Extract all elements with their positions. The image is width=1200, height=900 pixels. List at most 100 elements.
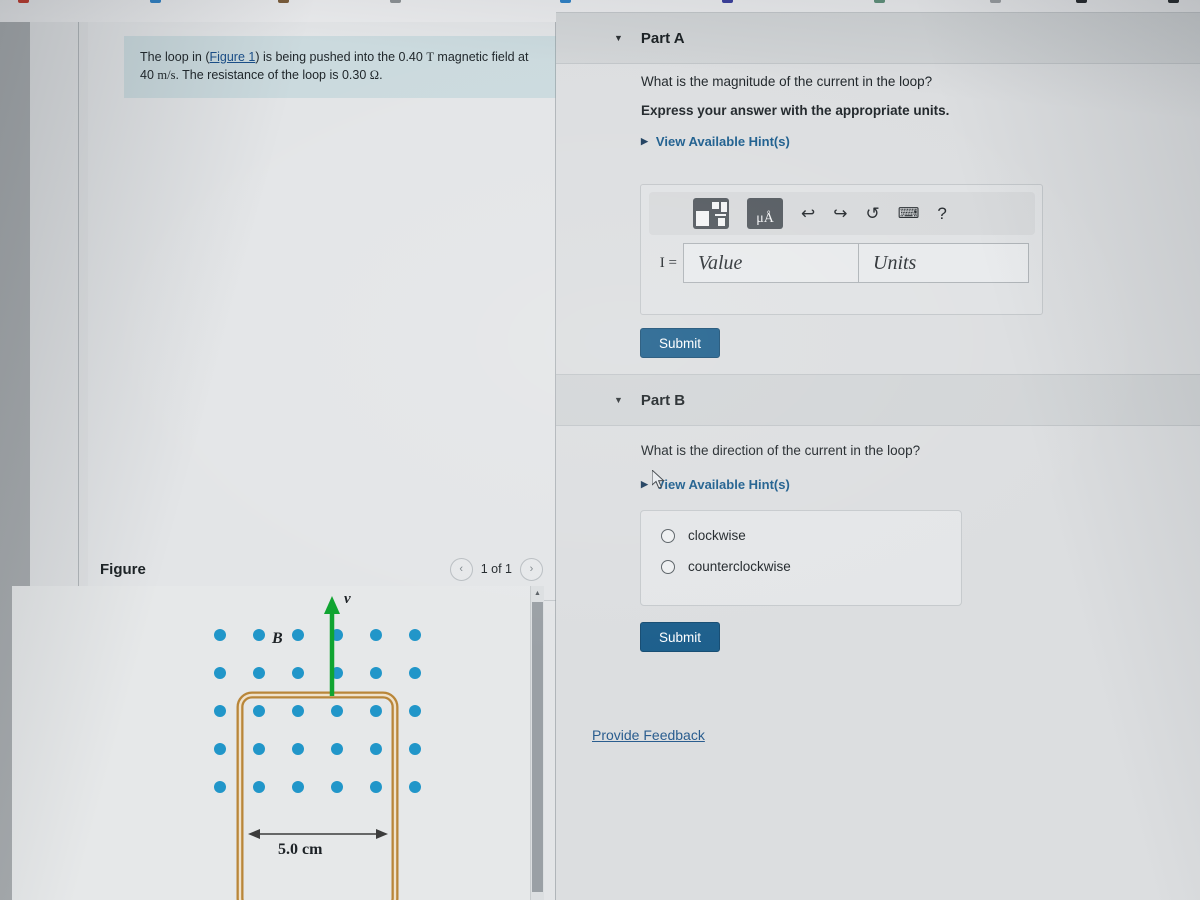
problem-text-2: ) is being pushed into the 0.40: [255, 50, 427, 64]
part-b-hints-label: View Available Hint(s): [655, 477, 790, 492]
bookmark-favicon-icon: [390, 0, 401, 3]
choice-clockwise-label: clockwise: [688, 528, 746, 543]
answer-value-input[interactable]: Value: [683, 243, 859, 283]
field-dot: [292, 743, 304, 755]
bookmark-item-3[interactable]: [390, 0, 401, 3]
part-a-header[interactable]: ▼ Part A: [556, 12, 1200, 64]
field-dot: [253, 629, 265, 641]
field-dot: [409, 629, 421, 641]
field-dot: [370, 705, 382, 717]
radio-clockwise[interactable]: [661, 528, 675, 543]
field-dot: [409, 667, 421, 679]
part-b-submit-button[interactable]: Submit: [640, 622, 720, 652]
choice-clockwise[interactable]: clockwise: [661, 528, 961, 543]
math-template-icon[interactable]: [693, 198, 729, 229]
unit-ohm: Ω: [369, 68, 380, 82]
current-loop-highlight: [238, 693, 397, 900]
bookmark-favicon-icon: [990, 0, 1001, 3]
answer-column: ▼ Part A What is the magnitude of the cu…: [556, 12, 1200, 900]
bookmark-favicon-icon: [278, 0, 289, 3]
help-icon[interactable]: ?: [937, 205, 946, 222]
bookmark-favicon-icon: [560, 0, 571, 3]
field-dot: [253, 781, 265, 793]
figure-scroll-up-icon[interactable]: ▲: [531, 586, 544, 601]
bookmark-item-2[interactable]: [278, 0, 289, 3]
reset-icon[interactable]: ↺: [866, 205, 880, 222]
part-b-hints-triangle-icon: ▶: [641, 479, 648, 489]
bookmark-item-1[interactable]: [150, 0, 161, 3]
bookmark-item-7[interactable]: [990, 0, 1001, 3]
figure-panel: v B 5.0 cm: [12, 586, 541, 900]
field-dot: [409, 781, 421, 793]
figure-title: Figure: [100, 560, 146, 578]
part-b-choices-box: clockwise counterclockwise: [640, 510, 962, 606]
figure-prev-button[interactable]: ‹: [449, 557, 473, 581]
problem-text-4: . The resistance of the loop is 0.30: [175, 68, 370, 82]
field-dot: [370, 667, 382, 679]
part-a-answer-box: μÅ ↩ ↪ ↺ ⌨ ? I = Value Units: [640, 184, 1043, 315]
width-dimension-arrow: [248, 829, 388, 839]
field-dot: [253, 667, 265, 679]
part-a-hints-label: View Available Hint(s): [655, 134, 790, 149]
field-dot: [292, 705, 304, 717]
field-dot: [331, 705, 343, 717]
field-dot: [253, 705, 265, 717]
velocity-label: v: [344, 591, 351, 607]
unit-tesla: T: [426, 50, 434, 64]
field-dot: [292, 667, 304, 679]
part-a-collapse-caret[interactable]: ▼: [614, 33, 623, 43]
mouse-cursor-icon: [652, 470, 665, 489]
current-loop-wire: [236, 691, 399, 900]
bookmark-favicon-icon: [150, 0, 161, 3]
part-a-submit-button[interactable]: Submit: [640, 328, 720, 358]
field-dot: [370, 781, 382, 793]
bookmark-item-5[interactable]: [722, 0, 733, 3]
field-dot: [214, 629, 226, 641]
provide-feedback-link[interactable]: Provide Feedback: [592, 727, 705, 743]
bookmark-favicon-icon: [1076, 0, 1087, 3]
redo-icon[interactable]: ↪: [833, 205, 847, 222]
problem-statement-box: The loop in (Figure 1) is being pushed i…: [124, 36, 556, 98]
screenshot-root: The loop in (Figure 1) is being pushed i…: [0, 0, 1200, 900]
bookmark-item-9[interactable]: [1168, 0, 1179, 3]
loop-width-label: 5.0 cm: [278, 841, 323, 858]
field-dot: [370, 743, 382, 755]
figure-next-button[interactable]: ›: [520, 557, 543, 581]
units-icon[interactable]: μÅ: [747, 198, 783, 229]
problem-text-5: .: [379, 68, 383, 82]
part-a-toolbar: μÅ ↩ ↪ ↺ ⌨ ?: [649, 192, 1035, 235]
figure-page-label: 1 of 1: [480, 562, 512, 576]
choice-counterclockwise[interactable]: counterclockwise: [661, 559, 961, 574]
bookmark-item-4[interactable]: [560, 0, 571, 3]
radio-counterclockwise[interactable]: [661, 559, 675, 574]
bookmark-item-6[interactable]: [874, 0, 885, 3]
part-a-hints-triangle-icon: ▶: [641, 136, 648, 146]
part-a-answer-row: I = Value Units: [649, 243, 1029, 283]
undo-icon[interactable]: ↩: [801, 205, 815, 222]
bookmark-item-0[interactable]: [18, 0, 29, 3]
keyboard-icon[interactable]: ⌨: [898, 206, 920, 221]
part-a-hints-link[interactable]: ▶ View Available Hint(s): [641, 134, 790, 149]
part-a-question: What is the magnitude of the current in …: [641, 74, 933, 89]
figure-scrollbar-thumb[interactable]: [532, 602, 543, 892]
field-dot: [409, 705, 421, 717]
field-dot: [253, 743, 265, 755]
part-a-label: Part A: [640, 29, 685, 47]
figure-1-link[interactable]: Figure 1: [209, 50, 255, 64]
answer-prefix-label: I =: [659, 254, 677, 271]
part-b-collapse-caret[interactable]: ▼: [614, 395, 623, 405]
part-b-label: Part B: [640, 391, 686, 409]
bookmark-item-8[interactable]: [1076, 0, 1087, 3]
figure-pager: ‹ 1 of 1 ›: [449, 557, 543, 581]
unit-meters-per-second: m/s: [157, 68, 176, 82]
field-dot: [214, 743, 226, 755]
part-b-header[interactable]: ▼ Part B: [556, 374, 1200, 426]
figure-scrollbar[interactable]: ▲: [530, 586, 544, 900]
field-dot: [409, 743, 421, 755]
field-dot: [370, 629, 382, 641]
bookmark-favicon-icon: [1168, 0, 1179, 3]
answer-units-input[interactable]: Units: [859, 243, 1029, 283]
field-dot: [331, 781, 343, 793]
field-dot: [214, 781, 226, 793]
problem-text-1: The loop in (: [140, 50, 210, 64]
